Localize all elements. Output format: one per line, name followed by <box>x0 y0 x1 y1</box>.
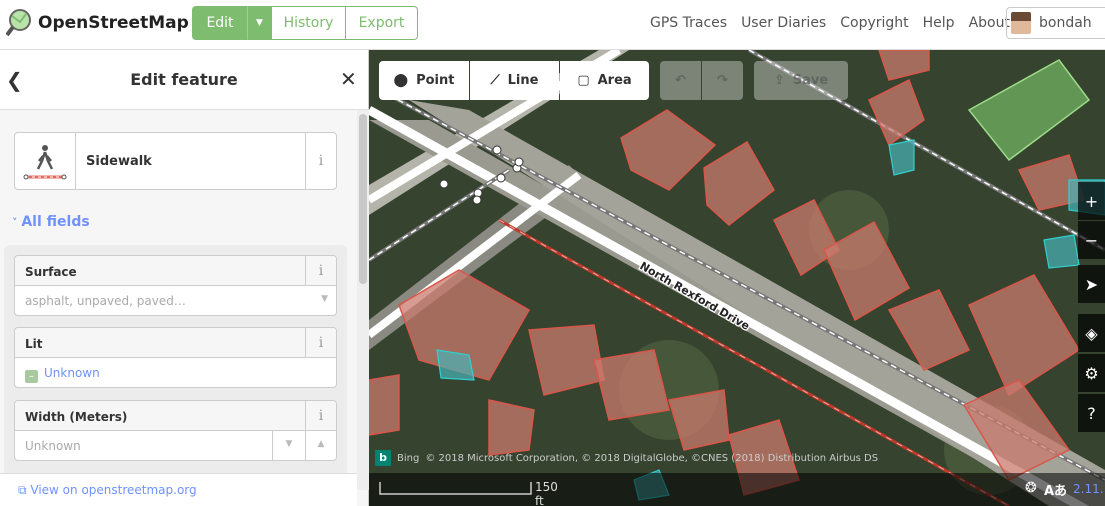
caret-down-icon[interactable]: ▼ <box>321 294 328 304</box>
export-button[interactable]: Export <box>346 6 418 40</box>
width-label-text: Width (Meters) <box>25 410 128 424</box>
issues-icon[interactable]: ❂ <box>1025 480 1037 496</box>
surface-combo-input[interactable]: asphalt, unpaved, paved… ▼ <box>15 286 336 315</box>
bing-logo-icon: b <box>375 450 391 466</box>
upload-icon: ⇪ <box>773 73 785 88</box>
link-gps-traces[interactable]: GPS Traces <box>650 15 727 31</box>
preset-name: Sidewalk <box>86 153 152 169</box>
osm-logo[interactable]: OpenStreetMap <box>6 8 189 38</box>
scale-line <box>379 482 532 495</box>
aerial-imagery: North Rexford Drive <box>369 50 1105 506</box>
magnifier-logo-icon <box>6 9 31 37</box>
help-button[interactable]: ? <box>1078 394 1105 432</box>
background-settings-button[interactable]: ◈ <box>1078 314 1105 352</box>
map-data-button[interactable]: ⚙ <box>1078 354 1105 392</box>
area-icon: ▢ <box>577 73 590 88</box>
info-icon[interactable]: i <box>305 133 336 189</box>
attribution-text: © 2018 Microsoft Corporation, © 2018 Dig… <box>425 452 879 464</box>
imagery-attribution: b Bing © 2018 Microsoft Corporation, © 2… <box>375 450 878 466</box>
line-label: Line <box>507 73 539 88</box>
undo-button[interactable]: ↶ <box>660 61 701 100</box>
logo-text: OpenStreetMap <box>38 13 189 33</box>
top-header: OpenStreetMap Edit ▼ History Export GPS … <box>0 0 1105 50</box>
info-icon[interactable]: i <box>305 256 336 285</box>
close-icon[interactable]: ✕ <box>340 67 357 91</box>
add-line-button[interactable]: ⟋ Line <box>470 61 559 100</box>
top-links: GPS Traces User Diaries Copyright Help A… <box>650 15 1024 31</box>
location-arrow-icon: ➤ <box>1084 274 1099 294</box>
add-area-button[interactable]: ▢ Area <box>560 61 649 100</box>
surface-label: Surface i <box>15 256 336 286</box>
map-canvas[interactable]: North Rexford Drive ⬤ Point ⟋ Line ▢ Area ↶… <box>369 50 1105 506</box>
redo-button[interactable]: ↷ <box>702 61 743 100</box>
scale-label: 150 ft <box>535 480 558 506</box>
avatar <box>1011 12 1031 34</box>
all-fields-label: All fields <box>21 214 90 230</box>
link-copyright[interactable]: Copyright <box>840 15 908 31</box>
sidebar-title: Edit feature <box>130 70 238 89</box>
data-icon: ⚙ <box>1084 363 1099 383</box>
checkbox-indeterminate-icon: – <box>25 370 38 383</box>
surface-placeholder: asphalt, unpaved, paved… <box>25 294 186 308</box>
caret-down-icon: ▼ <box>256 18 263 28</box>
minus-icon: − <box>1084 230 1099 250</box>
username: bondah <box>1039 15 1092 31</box>
preset-item[interactable]: Sidewalk i <box>14 132 337 190</box>
width-placeholder: Unknown <box>25 439 81 453</box>
save-button[interactable]: ⇪ Save <box>754 61 848 100</box>
all-fields-toggle[interactable]: ˅ All fields <box>12 214 90 230</box>
sidebar-header: ❮ Edit feature ✕ <box>0 50 368 110</box>
save-label: Save <box>792 73 829 88</box>
user-menu[interactable]: bondah <box>1006 7 1105 39</box>
sidebar: ❮ Edit feature ✕ Sidewalk i ˅ All fields… <box>0 50 369 506</box>
view-on-osm-text: View on openstreetmap.org <box>30 483 197 497</box>
undo-icon: ↶ <box>675 73 686 88</box>
lit-label: Lit i <box>15 328 336 358</box>
scrollbar-thumb[interactable] <box>359 114 367 284</box>
add-point-button[interactable]: ⬤ Point <box>379 61 469 100</box>
pedestrian-icon <box>15 133 76 189</box>
layers-icon: ◈ <box>1085 323 1098 343</box>
width-label: Width (Meters) i <box>15 401 336 431</box>
edit-nav-buttons: Edit ▼ History Export <box>192 6 418 40</box>
history-button[interactable]: History <box>272 6 346 40</box>
plus-icon: + <box>1084 191 1099 211</box>
info-icon[interactable]: i <box>305 328 336 357</box>
decrement-button[interactable]: ▼ <box>272 431 305 460</box>
geolocate-button[interactable]: ➤ <box>1078 265 1105 303</box>
map-marker-icon: ⬤ <box>393 73 409 88</box>
area-label: Area <box>597 73 632 88</box>
line-icon: ⟋ <box>490 73 500 88</box>
zoom-in-button[interactable]: + <box>1078 182 1105 220</box>
version-label: 2.11. <box>1073 482 1104 496</box>
chevron-down-icon: ˅ <box>12 216 22 229</box>
zoom-out-button[interactable]: − <box>1078 221 1105 259</box>
edit-dropdown-button[interactable]: ▼ <box>248 6 272 40</box>
scale-bar[interactable]: 150 ft <box>375 478 558 506</box>
point-label: Point <box>416 73 455 88</box>
lit-label-text: Lit <box>25 337 43 351</box>
edit-button[interactable]: Edit <box>192 6 248 40</box>
redo-icon: ↷ <box>717 73 728 88</box>
language-icon[interactable]: Aあ <box>1044 480 1067 499</box>
surface-field: Surface i asphalt, unpaved, paved… ▼ <box>14 255 337 316</box>
view-on-osm-link[interactable]: ⧉ View on openstreetmap.org <box>0 473 357 506</box>
question-icon: ? <box>1087 403 1096 423</box>
sidebar-scrollbar[interactable] <box>357 110 369 490</box>
surface-label-text: Surface <box>25 265 77 279</box>
bing-label: Bing <box>397 452 420 464</box>
lit-field: Lit i – Unknown <box>14 327 337 388</box>
link-help[interactable]: Help <box>923 15 955 31</box>
info-icon[interactable]: i <box>305 401 336 430</box>
width-number-input[interactable]: Unknown ▼ ▲ <box>15 431 336 460</box>
width-field: Width (Meters) i Unknown ▼ ▲ <box>14 400 337 461</box>
link-user-diaries[interactable]: User Diaries <box>741 15 826 31</box>
lit-checkbox[interactable]: – Unknown <box>15 358 336 387</box>
increment-button[interactable]: ▲ <box>305 431 336 460</box>
link-about[interactable]: About <box>969 15 1010 31</box>
external-link-icon: ⧉ <box>18 483 31 497</box>
lit-value: Unknown <box>44 366 100 380</box>
